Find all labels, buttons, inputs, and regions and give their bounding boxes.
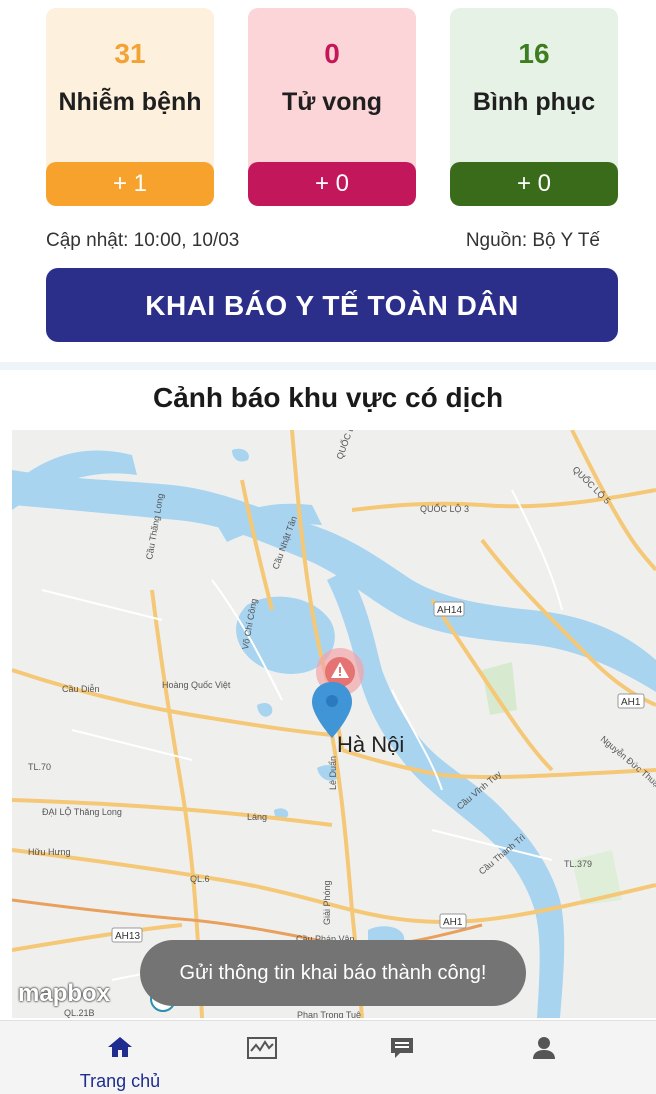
deaths-delta: + 0 bbox=[248, 162, 416, 206]
message-icon bbox=[391, 1038, 413, 1058]
mapbox-attribution: mapbox bbox=[18, 980, 111, 1007]
deaths-count: 0 bbox=[324, 38, 340, 69]
label-ah14: AH14 bbox=[437, 605, 462, 616]
label-ql21b: QL.21B bbox=[64, 1008, 95, 1018]
nav-messages[interactable] bbox=[320, 1021, 484, 1094]
city-label: Hà Nội bbox=[337, 732, 404, 757]
updated-time: Cập nhật: 10:00, 10/03 bbox=[46, 230, 240, 251]
health-declaration-button[interactable]: KHAI BÁO Y TẾ TOÀN DÂN bbox=[46, 268, 618, 342]
label-giai-phong: Giải Phóng bbox=[322, 880, 332, 925]
label-ah13: AH13 bbox=[115, 931, 140, 942]
label-ql6: QL.6 bbox=[190, 874, 210, 884]
bottom-nav: Trang chủ bbox=[0, 1020, 656, 1094]
infected-count: 31 bbox=[114, 38, 146, 69]
data-source: Nguồn: Bộ Y Tế bbox=[465, 230, 600, 251]
infected-card: 31 Nhiễm bệnh + 1 bbox=[46, 8, 214, 206]
map-title: Cảnh báo khu vực có dịch bbox=[152, 382, 504, 413]
toast-message: Gửi thông tin khai báo thành công! bbox=[140, 940, 526, 1006]
label-cau-dien: Cầu Diễn bbox=[62, 684, 100, 694]
recovered-count: 16 bbox=[518, 38, 550, 69]
label-lang: Láng bbox=[247, 812, 267, 822]
update-meta: Cập nhật: 10:00, 10/03 Nguồn: Bộ Y Tế bbox=[46, 230, 618, 252]
map-canvas[interactable]: Hoàng Quốc Việt Cầu Diễn QUỐC LỘ 3 QUỐC … bbox=[12, 430, 656, 1018]
section-divider bbox=[0, 362, 656, 370]
outbreak-map[interactable]: Hoàng Quốc Việt Cầu Diễn QUỐC LỘ 3 QUỐC … bbox=[12, 430, 656, 1018]
recovered-label: Bình phục bbox=[472, 88, 596, 116]
stats-cards: 31 Nhiễm bệnh + 1 0 Tử vong + 0 16 Bình … bbox=[46, 8, 618, 206]
user-icon bbox=[533, 1037, 555, 1059]
label-huu-hung: Hữu Hưng bbox=[28, 847, 71, 857]
infected-delta: + 1 bbox=[46, 162, 214, 206]
recovered-delta: + 0 bbox=[450, 162, 618, 206]
nav-home-label: Trang chủ bbox=[79, 1071, 161, 1091]
deaths-label: Tử vong bbox=[281, 88, 383, 116]
home-icon bbox=[108, 1037, 132, 1057]
deaths-card: 0 Tử vong + 0 bbox=[248, 8, 416, 206]
infected-label: Nhiễm bệnh bbox=[58, 88, 202, 116]
label-phan-trong-tue: Phan Trọng Tuệ bbox=[297, 1010, 361, 1018]
label-ah1a: AH1 bbox=[621, 697, 641, 708]
nav-profile[interactable] bbox=[462, 1021, 626, 1094]
label-le-duan: Lê Duẩn bbox=[328, 756, 338, 790]
chart-icon bbox=[247, 1037, 277, 1059]
label-hoang-quoc-viet: Hoàng Quốc Việt bbox=[162, 680, 231, 690]
label-dai-lo: ĐẠI LỘ Thăng Long bbox=[42, 807, 122, 817]
label-ah1b: AH1 bbox=[443, 917, 463, 928]
recovered-card: 16 Bình phục + 0 bbox=[450, 8, 618, 206]
nav-home[interactable]: Trang chủ bbox=[38, 1021, 202, 1094]
label-ql3: QUỐC LỘ 3 bbox=[420, 503, 469, 514]
label-tl379: TL.379 bbox=[564, 859, 592, 869]
label-tl70: TL.70 bbox=[28, 762, 51, 772]
